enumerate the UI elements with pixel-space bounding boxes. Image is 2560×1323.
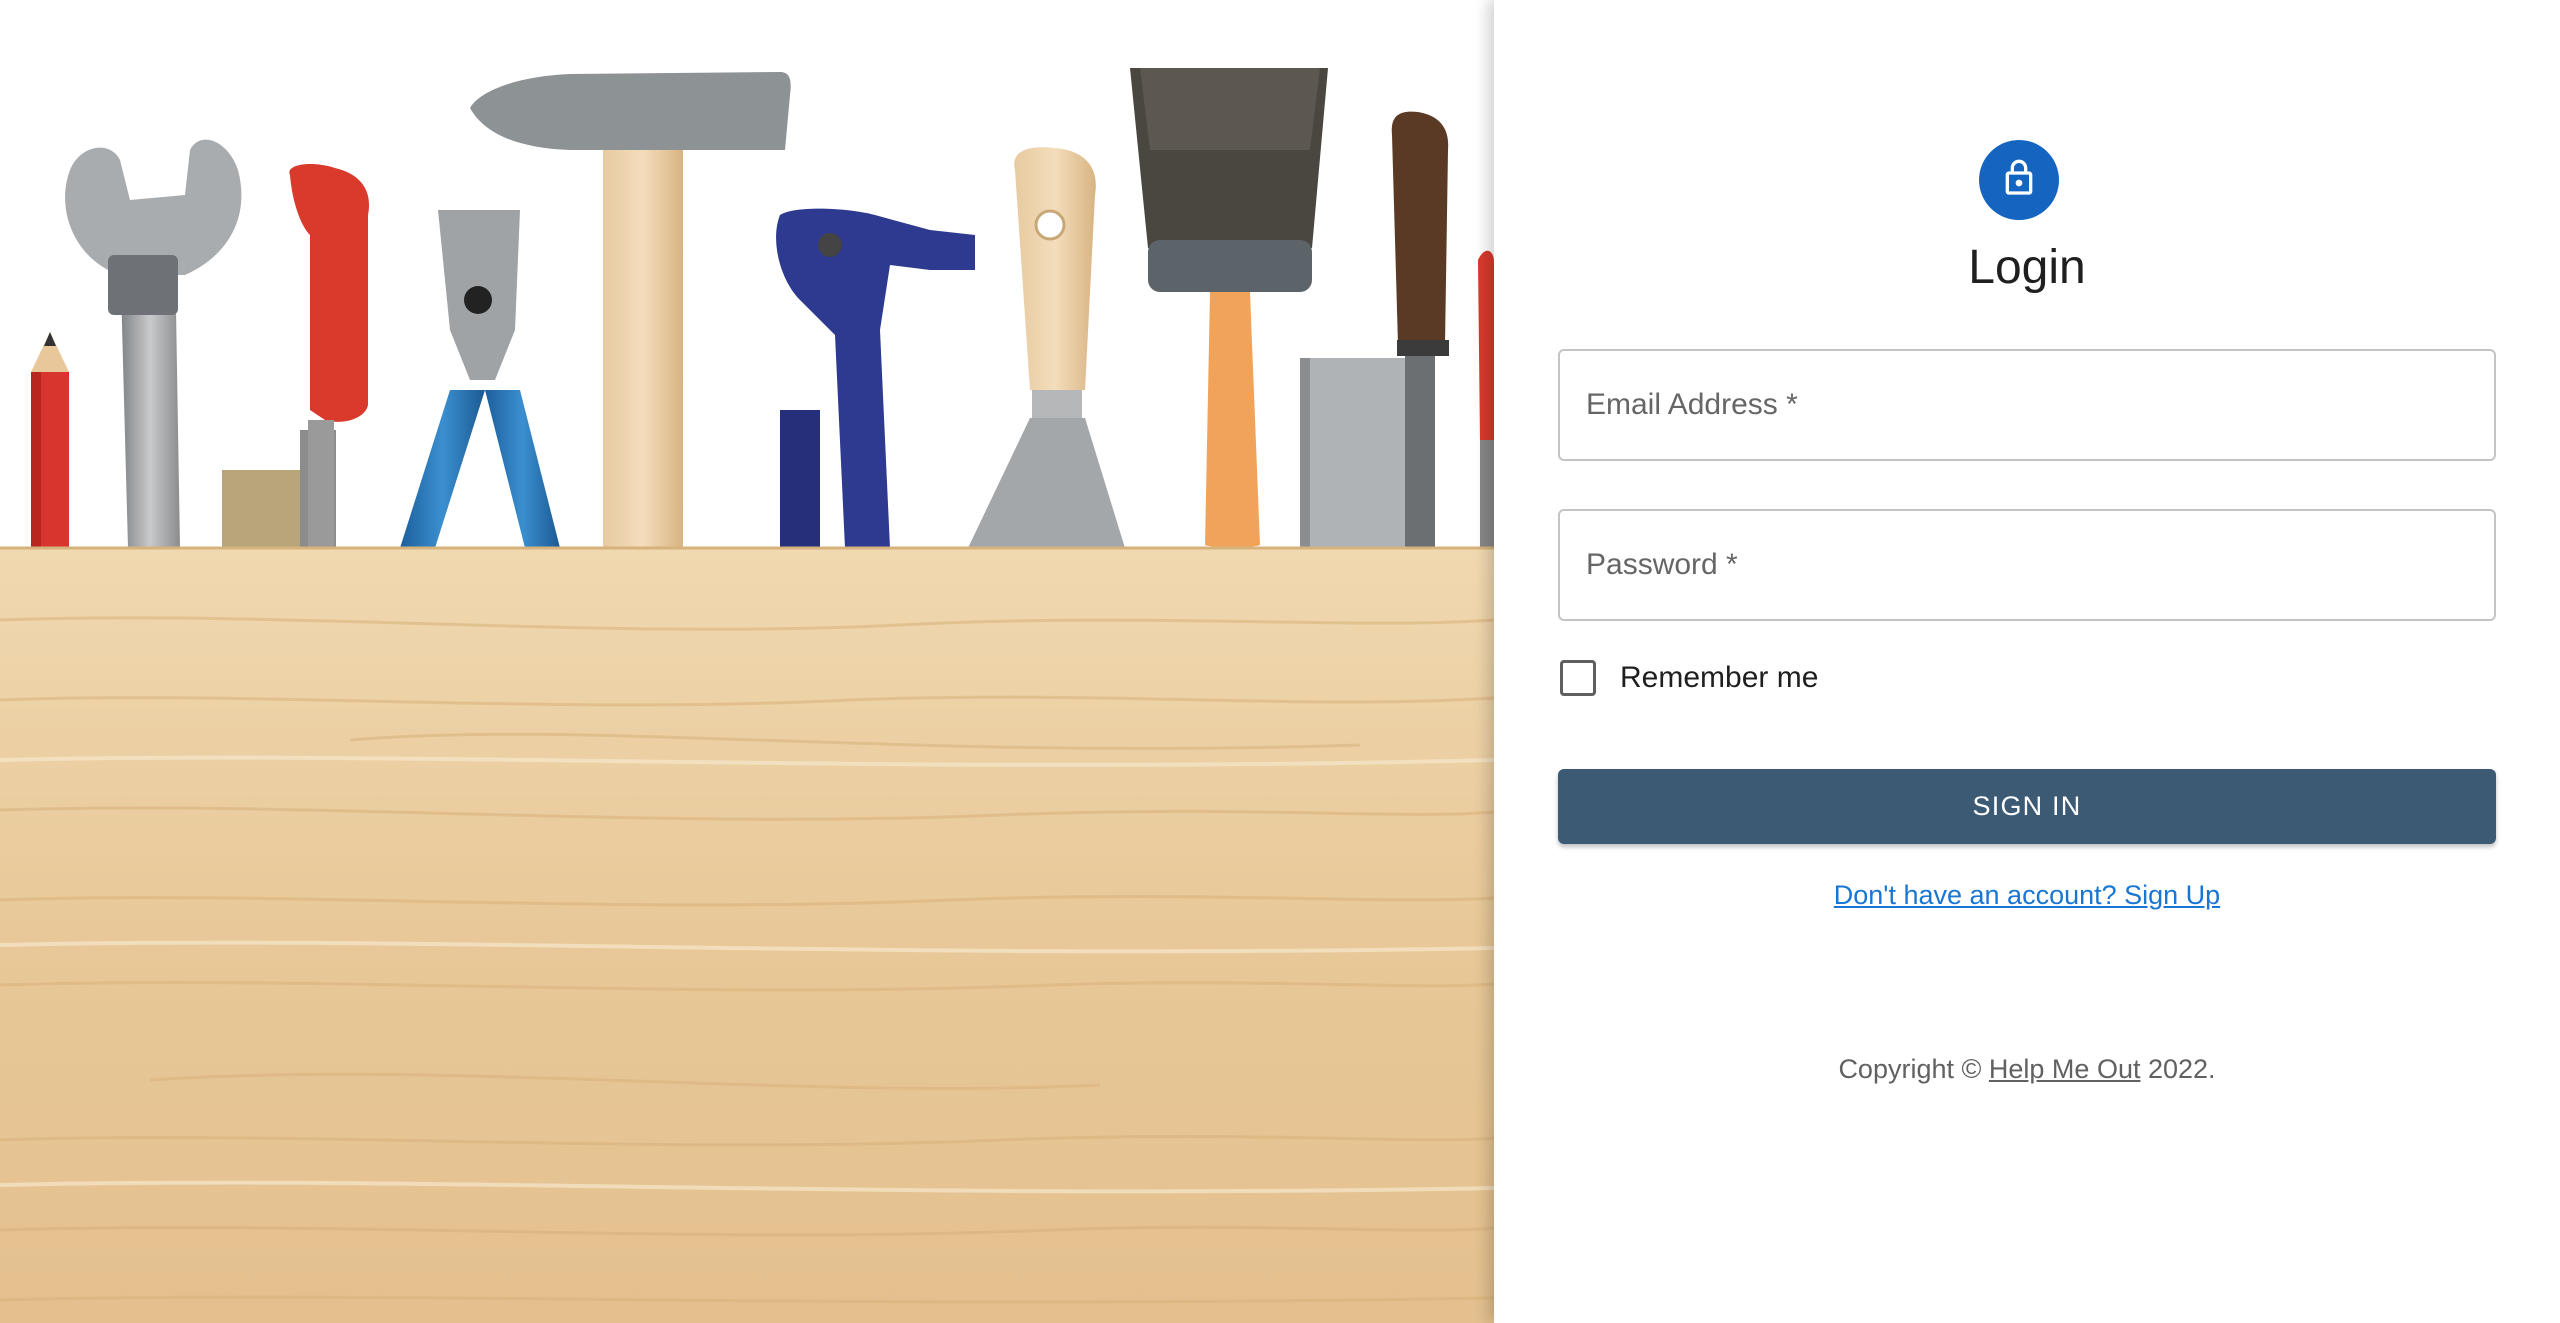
copyright-link[interactable]: Help Me Out bbox=[1989, 1054, 2141, 1084]
avatar bbox=[1979, 140, 2059, 220]
password-field[interactable]: Password * bbox=[1558, 509, 2496, 621]
email-input[interactable] bbox=[1560, 351, 2494, 459]
remember-me[interactable]: Remember me bbox=[1560, 658, 1818, 698]
sign-in-button[interactable]: SIGN IN bbox=[1558, 769, 2496, 844]
hero-image bbox=[0, 0, 1494, 1323]
tools-on-wood-illustration bbox=[0, 0, 1494, 1323]
lock-icon bbox=[1999, 158, 2039, 203]
login-page: Login Email Address * Password * Remembe… bbox=[0, 0, 2560, 1323]
password-input[interactable] bbox=[1560, 511, 2494, 619]
remember-me-label[interactable]: Remember me bbox=[1620, 661, 1818, 695]
copyright-prefix: Copyright © bbox=[1838, 1054, 1982, 1084]
page-title: Login bbox=[1968, 241, 2086, 294]
copyright-suffix: 2022. bbox=[2147, 1054, 2216, 1084]
pencil-icon bbox=[31, 332, 69, 548]
login-panel: Login Email Address * Password * Remembe… bbox=[1494, 0, 2560, 1323]
email-field[interactable]: Email Address * bbox=[1558, 349, 2496, 461]
remember-me-checkbox[interactable] bbox=[1560, 660, 1596, 696]
copyright: Copyright © Help Me Out 2022. bbox=[1558, 1054, 2496, 1085]
saw-icon bbox=[1300, 358, 1410, 548]
sign-up-link[interactable]: Don't have an account? Sign Up bbox=[1558, 880, 2496, 911]
